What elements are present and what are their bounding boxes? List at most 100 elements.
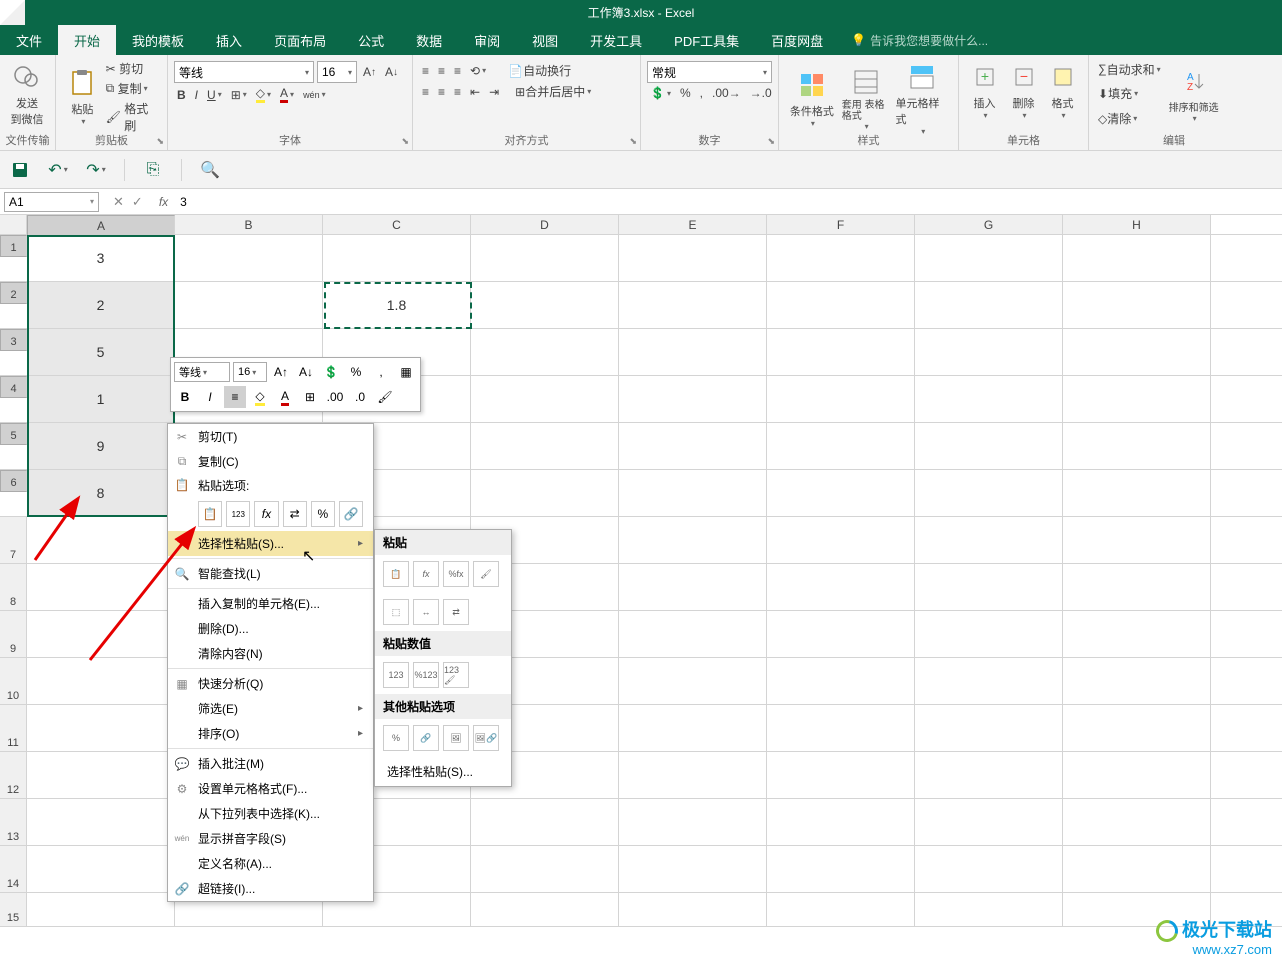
cell[interactable]: [619, 658, 767, 704]
qat-button-1[interactable]: ⎘: [143, 160, 163, 180]
cell[interactable]: [619, 893, 767, 926]
mini-dec-decimal[interactable]: .0: [349, 386, 371, 408]
cell[interactable]: [619, 517, 767, 563]
align-middle-button[interactable]: ≡: [435, 63, 448, 79]
tab-mytemplate[interactable]: 我的模板: [116, 25, 200, 55]
cell-A4[interactable]: 1: [27, 376, 175, 422]
sub-paste-values-source-fmt[interactable]: 123🖌: [443, 662, 469, 688]
sub-paste-values-numfmt[interactable]: %123: [413, 662, 439, 688]
cell[interactable]: [619, 846, 767, 892]
mini-font-color[interactable]: A: [274, 386, 296, 408]
ctx-insert-comment[interactable]: 💬插入批注(M): [168, 751, 373, 776]
row-header[interactable]: 1: [0, 235, 27, 257]
cell[interactable]: [915, 658, 1063, 704]
cell[interactable]: [619, 282, 767, 328]
mini-border[interactable]: ⊞: [299, 386, 321, 408]
mini-comma[interactable]: ,: [370, 361, 392, 383]
sub-paste-formulas-numfmt[interactable]: %fx: [443, 561, 469, 587]
align-center-button[interactable]: ≡: [435, 84, 448, 100]
cell[interactable]: [767, 705, 915, 751]
cell[interactable]: [767, 611, 915, 657]
cell[interactable]: [767, 893, 915, 926]
cell[interactable]: [471, 282, 619, 328]
font-color-button[interactable]: A▾: [277, 85, 297, 104]
row-header[interactable]: 15: [0, 893, 27, 926]
indent-inc-button[interactable]: ⇥: [486, 84, 502, 100]
cell[interactable]: [1063, 517, 1211, 563]
row-header[interactable]: 11: [0, 705, 27, 751]
cell[interactable]: [619, 752, 767, 798]
row-header[interactable]: 2: [0, 282, 27, 304]
tab-baidu[interactable]: 百度网盘: [755, 25, 839, 55]
cut-button[interactable]: ✂ 剪切: [103, 59, 161, 78]
qat-button-2[interactable]: 🔍: [200, 160, 220, 180]
decrease-decimal-button[interactable]: →.0: [747, 85, 775, 101]
sub-paste-picture[interactable]: 🖼: [443, 725, 469, 751]
font-name-select[interactable]: 等线▾: [174, 61, 314, 83]
cell-A3[interactable]: 5: [27, 329, 175, 375]
cell[interactable]: [915, 235, 1063, 281]
cell[interactable]: [619, 423, 767, 469]
percent-button[interactable]: %: [677, 85, 694, 101]
pinyin-button[interactable]: wén▾: [300, 89, 329, 101]
mini-increase-font[interactable]: A↑: [270, 361, 292, 383]
cell[interactable]: [619, 235, 767, 281]
sub-paste-col-widths[interactable]: ↔: [413, 599, 439, 625]
col-header-D[interactable]: D: [471, 215, 619, 234]
copy-button[interactable]: ⧉ 复制▾: [103, 79, 161, 98]
align-left-button[interactable]: ≡: [419, 84, 432, 100]
conditional-format-button[interactable]: 条件格式▾: [785, 57, 839, 140]
cell[interactable]: [1063, 658, 1211, 704]
tab-pagelayout[interactable]: 页面布局: [258, 25, 342, 55]
cell[interactable]: [767, 376, 915, 422]
cell-A1[interactable]: 3: [27, 235, 175, 281]
mini-inc-decimal[interactable]: .00: [324, 386, 346, 408]
sub-paste-formatting[interactable]: %: [383, 725, 409, 751]
cell[interactable]: [915, 799, 1063, 845]
dialog-launcher[interactable]: ⬊: [629, 136, 637, 147]
cell[interactable]: [1063, 705, 1211, 751]
cell[interactable]: [915, 517, 1063, 563]
orientation-button[interactable]: ⟲▾: [467, 63, 489, 79]
col-header-H[interactable]: H: [1063, 215, 1211, 234]
delete-cells-button[interactable]: − 删除▾: [1004, 57, 1043, 124]
cell[interactable]: [767, 470, 915, 516]
col-header-G[interactable]: G: [915, 215, 1063, 234]
border-button[interactable]: ⊞▾: [228, 87, 250, 103]
cell[interactable]: [767, 658, 915, 704]
ctx-delete[interactable]: 删除(D)...: [168, 616, 373, 641]
sub-paste-no-borders[interactable]: ⬚: [383, 599, 409, 625]
sub-paste-formulas[interactable]: fx: [413, 561, 439, 587]
cell[interactable]: [915, 564, 1063, 610]
cell[interactable]: [1063, 423, 1211, 469]
cell[interactable]: [1063, 564, 1211, 610]
tab-review[interactable]: 审阅: [458, 25, 516, 55]
cell-A2[interactable]: 2: [27, 282, 175, 328]
tab-formulas[interactable]: 公式: [342, 25, 400, 55]
select-all-corner[interactable]: [0, 215, 27, 234]
cell-C2[interactable]: 1.8: [323, 282, 471, 328]
clear-button[interactable]: ◇清除▾: [1095, 109, 1164, 128]
row-header[interactable]: 8: [0, 564, 27, 610]
cell[interactable]: [1063, 235, 1211, 281]
cell[interactable]: [915, 611, 1063, 657]
mini-decrease-font[interactable]: A↓: [295, 361, 317, 383]
cell[interactable]: [915, 752, 1063, 798]
tab-view[interactable]: 视图: [516, 25, 574, 55]
tellme[interactable]: 💡告诉我您想要做什么...: [839, 25, 1000, 55]
increase-decimal-button[interactable]: .00→: [709, 85, 744, 101]
cell[interactable]: [1063, 799, 1211, 845]
format-painter-button[interactable]: 🖌 格式刷: [103, 99, 161, 135]
mini-font-select[interactable]: 等线▾: [174, 362, 230, 382]
row-header[interactable]: 6: [0, 470, 27, 492]
paste-opt-link[interactable]: 🔗: [339, 501, 363, 527]
col-header-E[interactable]: E: [619, 215, 767, 234]
tab-home[interactable]: 开始: [58, 25, 116, 55]
cell[interactable]: [1063, 329, 1211, 375]
tab-developer[interactable]: 开发工具: [574, 25, 658, 55]
cell[interactable]: [915, 470, 1063, 516]
sub-paste-link[interactable]: 🔗: [413, 725, 439, 751]
tab-insert[interactable]: 插入: [200, 25, 258, 55]
ctx-insert-copied[interactable]: 插入复制的单元格(E)...: [168, 591, 373, 616]
format-cells-button[interactable]: 格式▾: [1043, 57, 1082, 124]
